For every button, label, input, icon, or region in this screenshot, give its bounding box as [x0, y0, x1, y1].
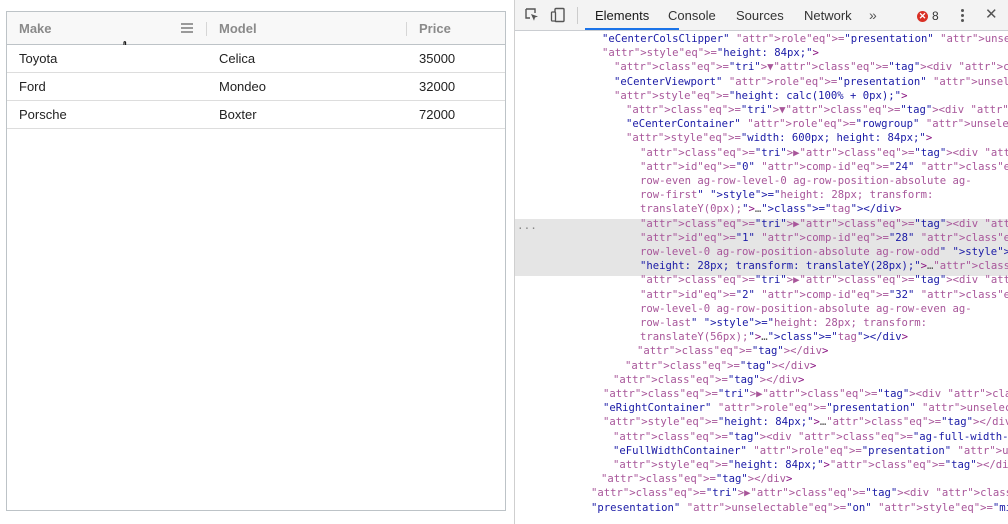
cell-model[interactable]: Mondeo [207, 73, 407, 100]
dom-node-line[interactable]: row-last" ">style">="height: 28px; trans… [640, 316, 927, 330]
column-header-price[interactable]: Price [407, 12, 505, 44]
dom-node-line[interactable]: "attr">class"eq">="tag"></div> [637, 344, 828, 358]
table-row[interactable]: Ford Mondeo 32000 [7, 73, 505, 101]
column-header-model[interactable]: Model [207, 12, 407, 44]
tab-console[interactable]: Console [668, 0, 716, 30]
error-counter[interactable]: ✕ 8 [917, 8, 939, 24]
dom-node-line[interactable]: translateY(56px);">…">class">="tag"></di… [640, 330, 908, 344]
dom-node-line[interactable]: "eFullWidthContainer" "attr">role"eq">="… [613, 444, 1008, 458]
table-row[interactable]: Porsche Boxter 72000 [7, 101, 505, 129]
dom-node-line[interactable]: "attr">style"eq">="height: 84px;">"attr"… [613, 458, 1008, 472]
dom-node-line[interactable]: row-level-0 ag-row-position-absolute ag-… [640, 302, 972, 316]
inspect-cursor-icon[interactable] [524, 7, 540, 23]
dom-node-line[interactable]: "attr">class"eq">="tag"></div> [613, 373, 804, 387]
grid-pane: Make Model Price Toyota Celica 35000 For… [0, 0, 514, 524]
tab-sources[interactable]: Sources [736, 0, 784, 30]
dom-node-line[interactable]: "eCenterColsClipper" "attr">role"eq">="p… [602, 32, 1008, 46]
error-icon: ✕ [917, 10, 928, 22]
dom-node-line[interactable]: translateY(0px);">…">class">="tag"></div… [640, 202, 902, 216]
node-actions-icon[interactable]: ··· [517, 222, 537, 235]
dom-node-line[interactable]: "attr">class"eq">="tag"><div "attr">clas… [613, 430, 1008, 444]
tab-elements[interactable]: Elements [595, 0, 649, 30]
toolbar-separator [577, 7, 578, 24]
dom-node-line[interactable]: "attr">class"eq">="tri">▶"attr">class"eq… [591, 486, 1008, 500]
dom-node-line[interactable]: "attr">class"eq">="tri">▶"attr">class"eq… [603, 387, 1008, 401]
more-tabs-button[interactable]: » [869, 0, 877, 30]
cell-price[interactable]: 35000 [407, 45, 505, 72]
active-tab-indicator [585, 28, 679, 30]
dom-node-line[interactable]: "presentation" "attr">unselectable"eq">=… [591, 501, 1008, 515]
devtools-toolbar: Elements Console Sources Network » ✕ 8 ✕ [515, 0, 1008, 31]
dom-node-line[interactable]: "attr">id"eq">="0" "attr">comp-id"eq">="… [640, 160, 1008, 174]
kebab-menu-icon[interactable] [961, 9, 965, 23]
data-grid: Make Model Price Toyota Celica 35000 For… [6, 11, 506, 511]
dom-node-line[interactable]: "attr">class"eq">="tri">▼"attr">class"eq… [626, 103, 1008, 117]
dom-tree[interactable]: ··· "eCenterColsClipper" "attr">role"eq"… [515, 32, 1008, 524]
dom-node-line[interactable]: row-first" ">style">="height: 28px; tran… [640, 188, 933, 202]
grid-body: Toyota Celica 35000 Ford Mondeo 32000 Po… [7, 45, 505, 129]
cell-price[interactable]: 32000 [407, 73, 505, 100]
dom-node-line[interactable]: "attr">class"eq">="tri">▶"attr">class"eq… [640, 273, 1008, 287]
cell-price[interactable]: 72000 [407, 101, 505, 128]
dom-node-line[interactable]: "attr">style"eq">="width: 600px; height:… [626, 131, 932, 145]
column-menu-icon[interactable] [181, 23, 193, 33]
dom-node-line[interactable]: "attr">style"eq">="height: 84px;">…"attr… [603, 415, 1008, 429]
dom-node-line[interactable]: "attr">class"eq">="tri">▶"attr">class"eq… [640, 217, 1008, 231]
grid-header: Make Model Price [7, 12, 505, 61]
table-row[interactable]: Toyota Celica 35000 [7, 45, 505, 73]
close-icon[interactable]: ✕ [985, 5, 998, 25]
dom-node-line[interactable]: "attr">id"eq">="1" "attr">comp-id"eq">="… [640, 231, 1008, 245]
dom-node-line[interactable]: "height: 28px; transform: translateY(28p… [640, 259, 1008, 273]
dom-node-line[interactable]: "attr">class"eq">="tri">▼"attr">class"eq… [614, 60, 1008, 74]
cell-make[interactable]: Toyota [7, 45, 207, 72]
cell-model[interactable]: Celica [207, 45, 407, 72]
dom-node-line[interactable]: "eCenterContainer" "attr">role"eq">="row… [626, 117, 1008, 131]
dom-node-line[interactable]: "eRightContainer" "attr">role"eq">="pres… [603, 401, 1008, 415]
column-header-make[interactable]: Make [7, 12, 207, 44]
dom-node-line[interactable]: "attr">id"eq">="2" "attr">comp-id"eq">="… [640, 288, 1008, 302]
dom-node-line[interactable]: "eCenterViewport" "attr">role"eq">="pres… [614, 75, 1008, 89]
dom-node-line[interactable]: row-even ag-row-level-0 ag-row-position-… [640, 174, 972, 188]
tab-network[interactable]: Network [804, 0, 852, 30]
device-toggle-icon[interactable] [550, 7, 566, 23]
dom-node-line[interactable]: "attr">class"eq">="tag"></div> [601, 472, 792, 486]
dom-node-line[interactable]: "attr">style"eq">="height: calc(100% + 0… [614, 89, 907, 103]
cell-make[interactable]: Porsche [7, 101, 207, 128]
cell-model[interactable]: Boxter [207, 101, 407, 128]
devtools-panel: Elements Console Sources Network » ✕ 8 ✕… [515, 0, 1008, 524]
dom-node-line[interactable]: "attr">style"eq">="height: 84px;"> [602, 46, 819, 60]
dom-node-line[interactable]: "attr">class"eq">="tag"></div> [625, 359, 816, 373]
error-count: 8 [932, 9, 939, 23]
cell-make[interactable]: Ford [7, 73, 207, 100]
dom-node-line[interactable]: row-level-0 ag-row-position-absolute ag-… [640, 245, 1008, 259]
dom-node-line[interactable]: "attr">class"eq">="tri">▶"attr">class"eq… [640, 146, 1008, 160]
